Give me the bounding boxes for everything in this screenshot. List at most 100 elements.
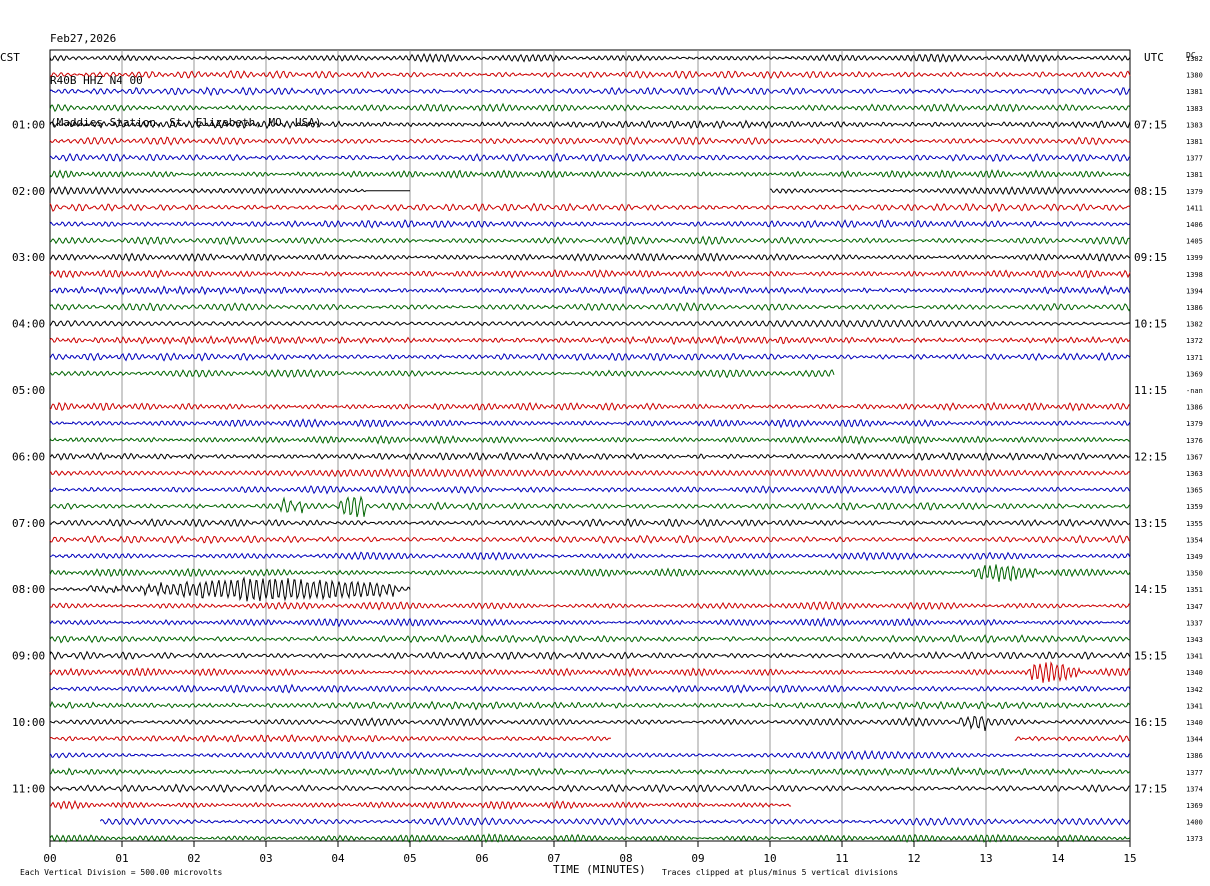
dc-offset-label: -nan (1186, 387, 1203, 395)
dc-offset-label: 1374 (1186, 785, 1203, 793)
dc-offset-label: 1355 (1186, 520, 1203, 528)
seismic-trace-black (49, 53, 1131, 64)
seismic-trace-black (49, 576, 411, 602)
left-hour-label: 09:00 (12, 650, 45, 663)
dc-offset-label: 1406 (1186, 221, 1203, 229)
dc-offset-label: 1381 (1186, 138, 1203, 146)
dc-offset-label: 1382 (1186, 321, 1203, 329)
left-hour-label: 11:00 (12, 782, 45, 795)
dc-offset-label: 1399 (1186, 254, 1203, 262)
seismic-trace-black (49, 650, 1131, 661)
x-tick-label: 00 (43, 852, 56, 865)
seismic-trace-red (1014, 734, 1130, 743)
dc-offset-label: 1367 (1186, 453, 1203, 461)
dc-offset-label: 1347 (1186, 603, 1203, 611)
dc-offset-label: 1383 (1186, 121, 1203, 129)
dc-offset-label: 1377 (1186, 155, 1203, 163)
seismic-trace-green (49, 700, 1131, 711)
seismic-trace-red (49, 335, 1131, 346)
seismic-trace-green (49, 102, 1131, 113)
dc-offset-label: 1381 (1186, 88, 1203, 96)
seismic-trace-black (49, 783, 1131, 794)
trace-group (49, 53, 1131, 844)
seismic-trace-black (49, 518, 1131, 528)
seismic-trace-black (49, 319, 1131, 328)
dc-offset-label: 1386 (1186, 752, 1203, 760)
x-tick-label: 10 (763, 852, 776, 865)
x-tick-label: 15 (1123, 852, 1136, 865)
seismic-trace-green (49, 435, 1131, 445)
right-hour-label: 07:15 (1134, 118, 1167, 131)
left-hour-label: 08:00 (12, 583, 45, 596)
left-timezone-label: CST (0, 51, 20, 64)
right-hour-label: 13:15 (1134, 517, 1167, 530)
x-tick-label: 05 (403, 852, 416, 865)
dc-offset-label: 1344 (1186, 736, 1203, 744)
seismic-trace-red (49, 136, 1131, 146)
left-hour-label: 06:00 (12, 450, 45, 463)
x-axis-title: TIME (MINUTES) (553, 863, 646, 876)
dc-offset-label: 1386 (1186, 404, 1203, 412)
seismic-trace-red (49, 534, 1131, 545)
seismic-trace-blue (49, 219, 1131, 229)
left-hour-label: 07:00 (12, 517, 45, 530)
footer-scale: Each Vertical Division = 500.00 microvol… (20, 868, 222, 877)
x-tick-label: 11 (835, 852, 848, 865)
seismic-trace-black (49, 119, 1131, 130)
right-timezone-label: UTC (1144, 51, 1164, 64)
dc-offset-label: 1411 (1186, 204, 1203, 212)
dc-offset-label: 1381 (1186, 171, 1203, 179)
seismic-trace-red (49, 401, 1131, 412)
footer-clip-note: Traces clipped at plus/minus 5 vertical … (662, 868, 898, 877)
dc-offset-label: 1349 (1186, 553, 1203, 561)
seismic-trace-blue (49, 418, 1131, 429)
dc-offset-label: 1350 (1186, 570, 1203, 578)
x-tick-label: 06 (475, 852, 488, 865)
dc-offset-label: 1373 (1186, 835, 1203, 843)
seismic-trace-green (49, 634, 1131, 644)
seismic-trace-green (49, 564, 1131, 582)
right-hour-label: 09:15 (1134, 251, 1167, 264)
x-tick-label: 14 (1051, 852, 1065, 865)
dc-offset-label: 1398 (1186, 271, 1203, 279)
x-tick-label: 02 (187, 852, 200, 865)
dc-offset-label: 1386 (1186, 304, 1203, 312)
dc-offset-label: 1372 (1186, 337, 1203, 345)
right-hour-label: 15:15 (1134, 650, 1167, 663)
dc-offset-label: 1369 (1186, 802, 1203, 810)
seismic-trace-red (49, 734, 612, 743)
seismic-trace-red (49, 468, 1131, 478)
right-hour-label: 08:15 (1134, 185, 1167, 198)
x-tick-label: 03 (259, 852, 272, 865)
left-hour-label: 02:00 (12, 185, 45, 198)
right-hour-label: 14:15 (1134, 583, 1167, 596)
left-hour-label: 03:00 (12, 251, 45, 264)
helicorder-chart: CST UTC DC 01:0002:0003:0004:0005:0006:0… (0, 49, 1203, 877)
dc-offset-label: 1371 (1186, 354, 1203, 362)
dc-offset-label: 1377 (1186, 769, 1203, 777)
seismic-trace-green (49, 368, 835, 379)
dc-offset-label: 1351 (1186, 586, 1203, 594)
seismic-trace-blue (99, 816, 1130, 827)
seismic-trace-green (49, 766, 1131, 777)
seismic-trace-blue (49, 152, 1131, 163)
time-grid (49, 49, 1131, 847)
dc-offset-label: 1379 (1186, 420, 1203, 428)
right-hour-label: 16:15 (1134, 716, 1167, 729)
dc-offset-label: 1340 (1186, 719, 1203, 727)
seismic-trace-blue (49, 551, 1131, 562)
dc-offset-label: 1340 (1186, 669, 1203, 677)
x-tick-label: 04 (331, 852, 345, 865)
right-hour-label: 10:15 (1134, 318, 1167, 331)
seismic-trace-green (49, 168, 1131, 179)
right-hour-label: 17:15 (1134, 782, 1167, 795)
right-hour-label: 11:15 (1134, 384, 1167, 397)
seismic-trace-blue (49, 285, 1131, 296)
dc-offset-label: 1354 (1186, 536, 1203, 544)
seismic-trace-green (49, 495, 1131, 518)
dc-offset-label: 1365 (1186, 487, 1203, 495)
x-tick-label: 13 (979, 852, 992, 865)
seismic-trace-red (49, 600, 1131, 611)
seismic-trace-black (49, 186, 410, 196)
seismic-trace-blue (49, 86, 1131, 97)
